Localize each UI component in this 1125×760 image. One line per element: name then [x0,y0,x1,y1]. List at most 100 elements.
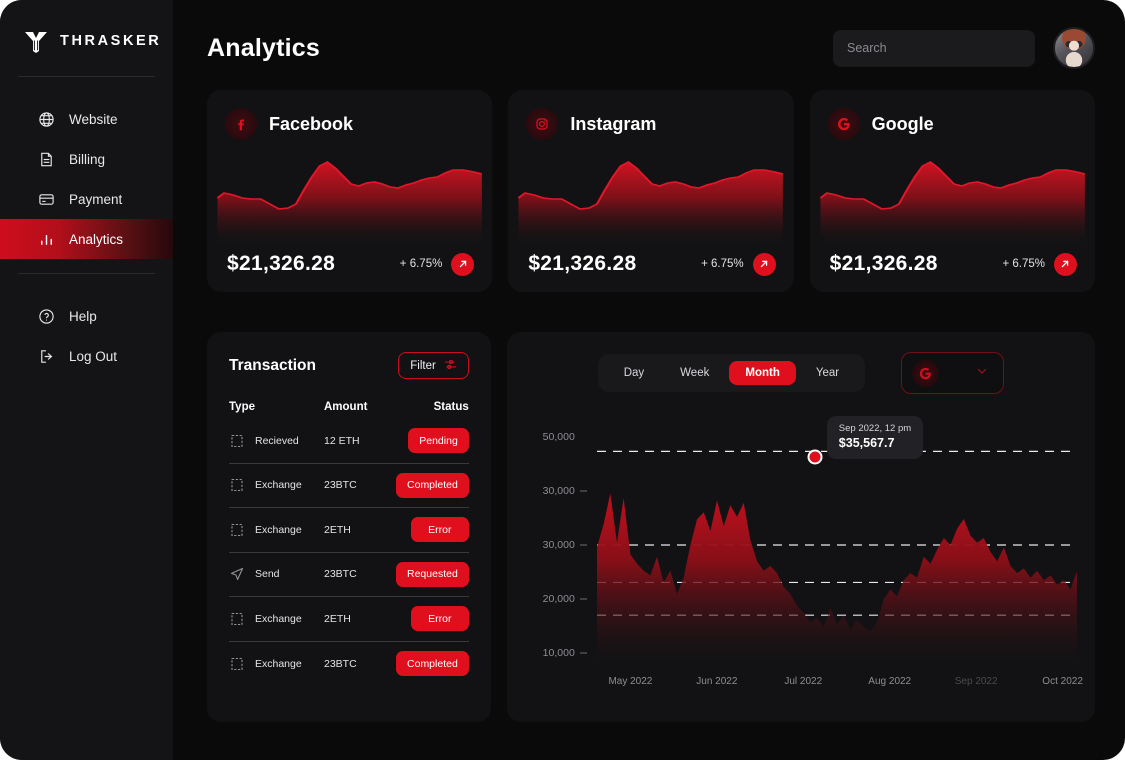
transaction-type: Send [229,566,324,582]
stat-card-footer: $21,326.28 + 6.75% [227,252,475,276]
sidebar-item-help[interactable]: Help [0,296,173,336]
transaction-status: Completed [396,472,469,498]
exchange-icon [229,522,245,538]
transaction-header: Transaction Filter [229,352,469,379]
table-row[interactable]: Send 23BTC Requested [229,553,469,597]
column-header-amount: Amount [324,401,368,413]
stat-card-header: Facebook [225,108,474,140]
delta-text: + 6.75% [399,258,443,270]
exchange-icon [229,656,245,672]
highlight-point[interactable] [807,449,823,465]
transaction-amount: 23BTC [324,568,357,581]
sidebar-item-label: Website [69,111,118,127]
transaction-panel: Transaction Filter Type Amount Status Re… [207,332,491,722]
sidebar-item-website[interactable]: Website [0,99,173,139]
stat-card-amount: $21,326.28 [227,252,336,275]
chart-controls: Day Week Month Year [529,352,1073,394]
stat-card-facebook[interactable]: Facebook $21,326.28 + 6.75% [207,90,493,292]
transaction-status: Pending [396,428,469,454]
y-axis: 50,000 30,000 30,000 20,000 10,000 [529,428,591,662]
download-icon [229,433,245,449]
table-row[interactable]: Exchange 23BTC Completed [229,642,469,687]
status-badge: Pending [408,428,469,454]
sparkline-instagram [508,152,793,244]
transaction-amount: 2ETH [324,523,351,536]
tab-day[interactable]: Day [608,361,660,385]
sidebar-nav: Website Billing Payment Analytics [0,99,173,259]
transaction-type: Exchange [229,611,324,627]
delta-text: + 6.75% [701,258,744,270]
chevron-down-icon [975,364,989,383]
transaction-list: Recieved 12 ETH Pending Exchange 23BTC C… [229,419,469,686]
status-badge: Error [410,606,469,632]
stat-card-header: Google [827,108,1077,140]
exchange-icon [229,477,245,493]
transaction-status: Requested [396,561,469,587]
stat-card-footer: $21,326.28 + 6.75% [528,252,776,276]
sidebar-item-label: Help [69,308,97,324]
transaction-amount: 12 ETH [324,434,360,447]
page-title: Analytics [207,33,320,62]
avatar[interactable] [1053,27,1095,69]
stat-card-footer: $21,326.28 + 6.75% [830,252,1077,276]
x-tick-label: Aug 2022 [868,676,912,687]
stat-card-instagram[interactable]: Instagram $21,326.28 + 6.75% [508,90,794,292]
search-input[interactable] [833,29,1035,67]
logout-icon [38,348,55,365]
source-select[interactable] [901,352,1005,394]
table-row[interactable]: Exchange 23BTC Completed [229,464,469,508]
table-row[interactable]: Exchange 2ETH Error [229,508,469,553]
stat-card-google[interactable]: Google $21,326.28 + 6.75% [809,90,1095,292]
lower-row: Transaction Filter Type Amount Status Re… [207,332,1095,722]
y-tick-label: 30,000 [542,485,575,498]
x-axis: May 2022 Jun 2022 Jul 2022 Aug 2022 Sep … [597,676,1082,692]
transaction-status: Error [396,606,469,632]
y-tick-label: 10,000 [542,646,575,659]
dashboard-window: THRASKER Website Billing Payment Analyti… [0,0,1125,760]
x-tick-label: May 2022 [608,676,653,687]
sidebar-item-label: Billing [69,151,106,167]
stat-card-amount: $21,326.28 [528,252,637,275]
transaction-type-label: Exchange [255,523,302,536]
y-tick-label: 50,000 [542,431,575,444]
sidebar-item-label: Payment [69,191,123,207]
y-tick-label: 30,000 [542,539,575,551]
brand-logo[interactable]: THRASKER [0,14,173,58]
sidebar-divider-bottom [18,273,155,274]
google-icon [912,359,940,387]
filter-button[interactable]: Filter [398,352,469,379]
chart-panel: Day Week Month Year 50,000 30,000 30,000… [506,332,1095,722]
sparkline-google [810,152,1095,244]
globe-icon [38,111,55,128]
y-tick-mark [579,652,587,654]
table-row[interactable]: Recieved 12 ETH Pending [229,419,469,464]
transaction-type-label: Exchange [255,479,302,492]
y-tick-mark [579,490,587,492]
transaction-status: Completed [396,651,469,677]
facebook-icon [225,108,257,140]
chart-plot-area [596,428,1077,662]
sparkline-facebook [207,152,492,244]
transaction-type-label: Recieved [255,434,299,447]
tab-week[interactable]: Week [664,361,725,385]
arrow-up-right-icon [752,252,776,276]
stat-card-delta: + 6.75% [1002,252,1077,276]
y-tick-mark [579,544,587,546]
table-row[interactable]: Exchange 2ETH Error [229,597,469,642]
tab-month[interactable]: Month [729,361,796,385]
sidebar-item-logout[interactable]: Log Out [0,336,173,376]
sidebar-footer-nav: Help Log Out [0,296,173,376]
sidebar-item-analytics[interactable]: Analytics [0,219,173,259]
topbar-right [833,27,1095,69]
sidebar-item-billing[interactable]: Billing [0,139,173,179]
thrasker-logo-icon [22,27,50,55]
arrow-up-right-icon [451,252,475,276]
transaction-amount: 23BTC [324,657,357,670]
main-chart: 50,000 30,000 30,000 20,000 10,000 May 2… [529,416,1083,704]
transaction-type-label: Send [255,568,280,581]
sidebar-item-payment[interactable]: Payment [0,179,173,219]
sidebar-item-label: Log Out [69,348,118,364]
tab-year[interactable]: Year [800,361,855,385]
exchange-icon [229,611,245,627]
arrow-up-right-icon [1053,252,1077,276]
